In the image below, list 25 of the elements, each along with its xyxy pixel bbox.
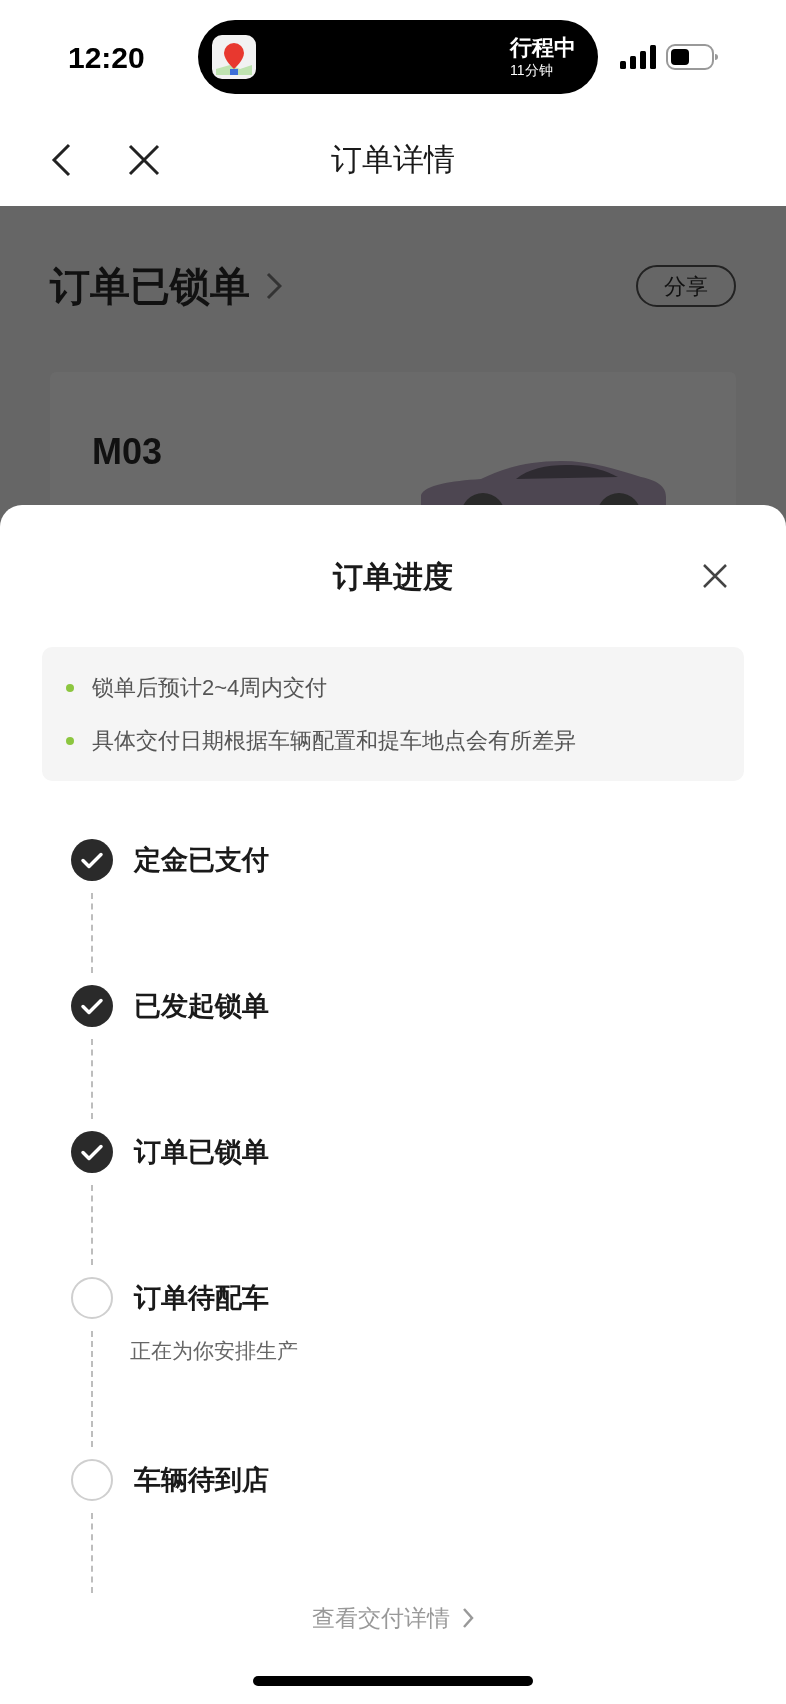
chevron-right-icon [266, 272, 282, 300]
step-label: 订单待配车 [134, 1282, 270, 1315]
map-pin-app-icon [212, 35, 256, 79]
activity-title: 行程中 [510, 35, 576, 61]
share-button[interactable]: 分享 [636, 265, 736, 307]
car-model: M03 [92, 432, 163, 472]
step-label: 已发起锁单 [134, 990, 269, 1023]
order-status-title[interactable]: 订单已锁单 [50, 256, 250, 316]
signal-icon [620, 45, 656, 69]
note-text: 锁单后预计2~4周内交付 [92, 674, 328, 702]
chevron-right-icon [462, 1607, 474, 1630]
sheet-title: 订单进度 [333, 558, 453, 595]
page-title: 订单详情 [331, 140, 455, 179]
step-label: 订单已锁单 [134, 1136, 269, 1169]
activity-subtitle: 11分钟 [510, 61, 553, 79]
step-label: 定金已支付 [134, 844, 269, 877]
battery-icon [666, 44, 718, 70]
status-time: 12:20 [68, 39, 146, 76]
step-label: 车辆待到店 [134, 1464, 269, 1497]
back-icon[interactable] [50, 143, 72, 177]
step-subtitle: 正在为你安排生产 [130, 1338, 298, 1364]
close-icon[interactable] [128, 144, 160, 176]
note-text: 具体交付日期根据车辆配置和提车地点会有所差异 [92, 727, 576, 755]
delivery-details-link[interactable]: 查看交付详情 [312, 1601, 450, 1636]
close-icon[interactable] [702, 563, 728, 589]
